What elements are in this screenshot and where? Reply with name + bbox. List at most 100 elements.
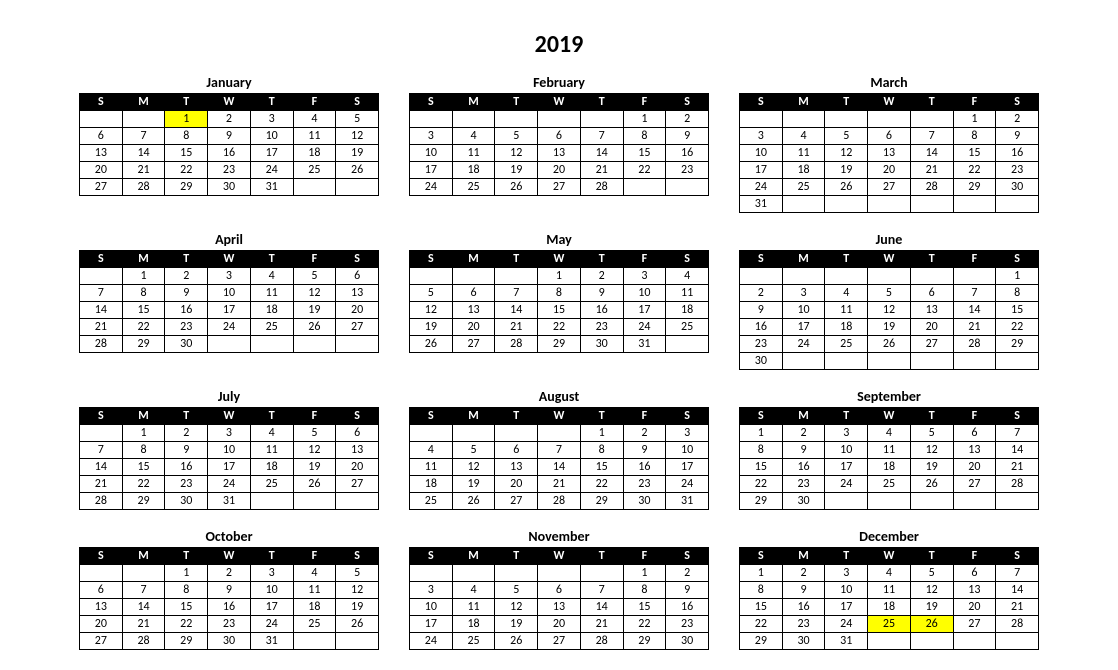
day-cell: 18 — [250, 302, 293, 319]
month-september: SeptemberSMTWTFS123456789101112131415161… — [739, 388, 1039, 510]
day-cell: 3 — [250, 111, 293, 128]
day-cell: 14 — [495, 302, 538, 319]
day-cell: 10 — [208, 442, 251, 459]
day-cell: 3 — [410, 128, 453, 145]
table-row: 25262728293031 — [410, 493, 709, 510]
weekday-header: W — [538, 94, 581, 111]
day-cell: 24 — [208, 476, 251, 493]
weekday-header: M — [452, 94, 495, 111]
day-cell: 21 — [538, 476, 581, 493]
weekday-header: T — [165, 408, 208, 425]
weekday-header: W — [868, 408, 911, 425]
day-cell: 20 — [452, 319, 495, 336]
day-cell — [410, 425, 453, 442]
day-cell — [336, 179, 379, 196]
day-cell: 27 — [868, 179, 911, 196]
day-cell: 9 — [165, 285, 208, 302]
weekday-header: S — [410, 548, 453, 565]
day-cell: 5 — [495, 128, 538, 145]
day-cell: 24 — [825, 476, 868, 493]
day-cell — [452, 565, 495, 582]
day-cell: 29 — [165, 633, 208, 650]
table-row: 2728293031 — [80, 633, 379, 650]
weekday-header: S — [336, 251, 379, 268]
day-cell — [910, 111, 953, 128]
day-cell: 5 — [868, 285, 911, 302]
month-table: SMTWTFS123456789101112131415161718192021… — [409, 93, 709, 196]
day-cell: 7 — [538, 442, 581, 459]
day-cell: 18 — [452, 616, 495, 633]
day-cell: 22 — [996, 319, 1039, 336]
month-table: SMTWTFS123456789101112131415161718192021… — [409, 407, 709, 510]
day-cell — [740, 268, 783, 285]
day-cell: 8 — [623, 582, 666, 599]
day-cell — [910, 196, 953, 213]
day-cell: 10 — [782, 302, 825, 319]
table-row: 11121314151617 — [410, 459, 709, 476]
day-cell: 13 — [538, 599, 581, 616]
weekday-header: T — [825, 548, 868, 565]
day-cell: 26 — [293, 476, 336, 493]
weekday-header: M — [782, 94, 825, 111]
day-cell: 30 — [165, 493, 208, 510]
weekday-header: W — [868, 94, 911, 111]
weekday-header: S — [996, 251, 1039, 268]
day-cell: 2 — [666, 565, 709, 582]
day-cell — [293, 633, 336, 650]
day-cell: 2 — [996, 111, 1039, 128]
day-cell: 20 — [953, 599, 996, 616]
day-cell: 11 — [293, 128, 336, 145]
day-cell: 4 — [293, 565, 336, 582]
day-cell: 6 — [538, 128, 581, 145]
day-cell: 21 — [80, 476, 123, 493]
day-cell: 4 — [410, 442, 453, 459]
day-cell — [782, 196, 825, 213]
day-cell — [336, 633, 379, 650]
day-cell: 15 — [623, 145, 666, 162]
day-cell: 17 — [250, 145, 293, 162]
weekday-header: M — [122, 408, 165, 425]
day-cell: 2 — [623, 425, 666, 442]
day-cell: 17 — [623, 302, 666, 319]
weekday-header: S — [336, 94, 379, 111]
day-cell: 10 — [825, 442, 868, 459]
day-cell: 5 — [825, 128, 868, 145]
day-cell: 28 — [538, 493, 581, 510]
day-cell: 12 — [825, 145, 868, 162]
day-cell — [452, 268, 495, 285]
day-cell: 18 — [293, 145, 336, 162]
weekday-header: T — [250, 251, 293, 268]
day-cell: 21 — [910, 162, 953, 179]
day-cell — [452, 111, 495, 128]
day-cell: 16 — [580, 302, 623, 319]
weekday-header: M — [452, 251, 495, 268]
day-cell — [953, 633, 996, 650]
day-cell — [293, 493, 336, 510]
table-row: 17181920212223 — [410, 616, 709, 633]
day-cell: 13 — [336, 285, 379, 302]
day-cell: 1 — [165, 565, 208, 582]
month-may: MaySMTWTFS123456789101112131415161718192… — [409, 231, 709, 370]
table-row: 17181920212223 — [410, 162, 709, 179]
day-cell: 8 — [538, 285, 581, 302]
day-cell: 25 — [868, 476, 911, 493]
table-row: 2425262728 — [410, 179, 709, 196]
table-row: 20212223242526 — [80, 616, 379, 633]
day-cell: 29 — [580, 493, 623, 510]
day-cell: 24 — [740, 179, 783, 196]
day-cell: 21 — [953, 319, 996, 336]
table-row: 891011121314 — [740, 582, 1039, 599]
day-cell: 11 — [293, 582, 336, 599]
weekday-header: W — [208, 94, 251, 111]
day-cell: 16 — [623, 459, 666, 476]
day-cell: 15 — [165, 599, 208, 616]
day-cell: 15 — [740, 459, 783, 476]
day-cell: 31 — [250, 179, 293, 196]
day-cell: 23 — [740, 336, 783, 353]
table-row: 123456 — [80, 425, 379, 442]
weekday-header: T — [825, 408, 868, 425]
day-cell — [410, 111, 453, 128]
day-cell: 23 — [208, 616, 251, 633]
day-cell: 9 — [666, 582, 709, 599]
day-cell: 17 — [825, 459, 868, 476]
